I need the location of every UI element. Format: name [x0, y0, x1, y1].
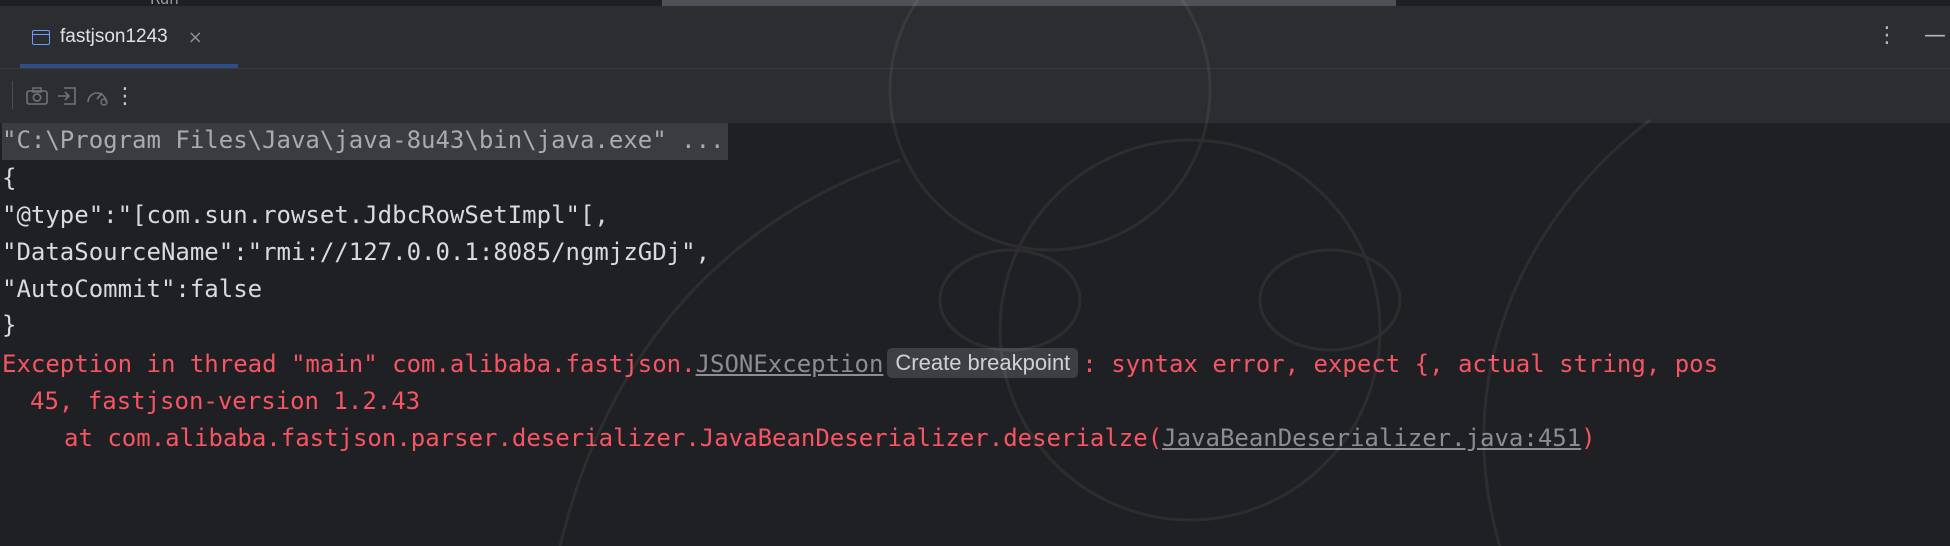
stack-trace-line: at com.alibaba.fastjson.parser.deseriali…	[64, 418, 1596, 458]
exception-message: : syntax error, expect {, actual string,…	[1082, 350, 1719, 378]
exception-prefix: Exception in thread "main" com.alibaba.f…	[2, 350, 696, 378]
console-toolbar: ⋮	[0, 69, 1950, 123]
toolbar-separator	[12, 81, 13, 109]
stack-suffix: )	[1581, 424, 1596, 452]
json-line-1: {	[2, 164, 17, 192]
minimize-icon[interactable]: —	[1924, 24, 1946, 48]
json-line-3: "DataSourceName":"rmi://127.0.0.1:8085/n…	[2, 238, 711, 266]
login-icon[interactable]	[52, 81, 82, 111]
exception-class-link[interactable]: JSONException	[696, 350, 884, 378]
more-options-icon[interactable]: ⋮	[1876, 24, 1898, 48]
json-line-5: }	[2, 311, 17, 339]
tabbar-actions: ⋮ —	[1876, 24, 1950, 48]
tab-fastjson1243[interactable]: fastjson1243 ×	[20, 20, 215, 54]
console-window-icon	[32, 29, 50, 45]
json-line-2: "@type":"[com.sun.rowset.JdbcRowSetImpl"…	[2, 201, 609, 229]
exception-continuation: 45, fastjson-version 1.2.43	[30, 387, 421, 415]
console-output[interactable]: "C:\Program Files\Java\java-8u43\bin\jav…	[0, 123, 1950, 546]
command-line[interactable]: "C:\Program Files\Java\java-8u43\bin\jav…	[2, 123, 729, 160]
camera-icon[interactable]	[22, 81, 52, 111]
active-tab-indicator	[20, 64, 238, 68]
json-line-4: "AutoCommit":false	[2, 275, 263, 303]
exception-line: Exception in thread "main" com.alibaba.f…	[2, 344, 1718, 384]
more-vertical-icon[interactable]: ⋮	[110, 81, 140, 111]
tab-label: fastjson1243	[60, 26, 168, 47]
stack-prefix: at com.alibaba.fastjson.parser.deseriali…	[64, 424, 1163, 452]
stack-source-link[interactable]: JavaBeanDeserializer.java:451	[1162, 424, 1581, 452]
create-breakpoint-button[interactable]: Create breakpoint	[887, 348, 1079, 378]
speedometer-icon[interactable]	[82, 81, 112, 111]
tab-bar: fastjson1243 × ⋮ —	[0, 6, 1950, 69]
close-icon[interactable]: ×	[188, 27, 203, 48]
